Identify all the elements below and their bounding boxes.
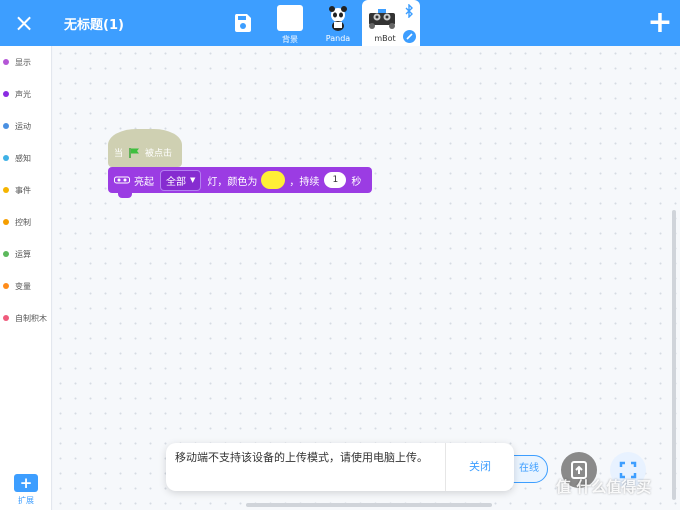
category-label: 感知	[15, 153, 31, 163]
add-sprite-button[interactable]: +	[647, 8, 673, 38]
category-label: 变量	[15, 281, 31, 291]
category-label: 自制积木	[15, 313, 47, 323]
tab-label: 背景	[282, 35, 298, 44]
extension-button[interactable]: + 扩展	[14, 474, 38, 506]
top-bar: × 无标题(1) 背景 Panda mBot +	[0, 0, 680, 46]
category-label: 声光	[15, 89, 31, 99]
save-button[interactable]	[231, 11, 255, 35]
category-sensing[interactable]: 感知	[3, 150, 31, 166]
mbot-icon	[369, 9, 395, 29]
led-color-block[interactable]: 亮起 全部 ▼ 灯，颜色为 ，持续 1 秒	[108, 167, 372, 193]
category-dot	[3, 91, 9, 97]
category-dot	[3, 315, 9, 321]
category-dot	[3, 283, 9, 289]
category-sidebar: 显示 声光 运动 感知 事件 控制 运算 变量 自制积木 + 扩展	[0, 46, 52, 510]
category-display[interactable]: 显示	[3, 54, 31, 70]
mbot-thumbnail	[366, 5, 398, 31]
dropdown-arrow-icon: ▼	[190, 176, 196, 184]
vertical-scrollbar[interactable]	[672, 210, 676, 500]
category-operators[interactable]: 运算	[3, 246, 31, 262]
block-notch	[118, 193, 132, 198]
category-label: 运动	[15, 121, 31, 131]
background-thumbnail	[277, 5, 303, 31]
toast-message: 移动端不支持该设备的上传模式，请使用电脑上传。	[175, 451, 428, 464]
category-label: 控制	[15, 217, 31, 227]
duration-input[interactable]: 1	[324, 172, 347, 188]
category-label: 显示	[15, 57, 31, 67]
tab-mbot[interactable]: mBot	[362, 0, 420, 46]
tab-background[interactable]: 背景	[266, 0, 314, 46]
category-dot	[3, 219, 9, 225]
toast-close-button[interactable]: 关闭	[446, 443, 514, 491]
category-sound-light[interactable]: 声光	[3, 86, 31, 102]
tab-label: mBot	[374, 34, 396, 43]
hat-when-text: 当	[114, 149, 124, 159]
hat-block-content: 当 被点击	[114, 146, 172, 159]
category-events[interactable]: 事件	[3, 182, 31, 198]
seconds-text: 秒	[351, 176, 362, 188]
category-dot	[3, 155, 9, 161]
sprite-tabs: 背景 Panda mBot	[266, 0, 420, 46]
led-position-dropdown[interactable]: 全部 ▼	[160, 169, 202, 191]
duration-text: ，持续	[289, 176, 320, 188]
upload-mode-toast: 移动端不支持该设备的上传模式，请使用电脑上传。 关闭	[166, 443, 514, 491]
category-motion[interactable]: 运动	[3, 118, 31, 134]
category-dot	[3, 251, 9, 257]
light-on-text: 亮起	[134, 176, 154, 188]
category-label: 事件	[15, 185, 31, 195]
category-my-blocks[interactable]: 自制积木	[3, 310, 47, 326]
code-workspace[interactable]	[53, 46, 680, 510]
light-color-text: 灯，颜色为	[207, 176, 258, 188]
extension-label: 扩展	[18, 496, 34, 505]
tab-panda[interactable]: Panda	[314, 0, 362, 46]
panda-icon	[329, 6, 347, 31]
watermark: 值 什么值得买	[556, 478, 652, 496]
category-label: 运算	[15, 249, 31, 259]
tab-label: Panda	[325, 34, 351, 43]
plus-icon: +	[14, 474, 38, 492]
green-flag-icon	[129, 147, 140, 158]
color-picker[interactable]	[261, 171, 286, 189]
mbot-led-icon	[114, 176, 130, 184]
category-dot	[3, 123, 9, 129]
panda-thumbnail	[325, 5, 351, 31]
close-button[interactable]: ×	[10, 9, 38, 37]
hat-clicked-text: 被点击	[145, 149, 173, 159]
category-variables[interactable]: 变量	[3, 278, 31, 294]
dropdown-value: 全部	[166, 176, 186, 188]
bluetooth-icon	[405, 4, 413, 18]
category-control[interactable]: 控制	[3, 214, 31, 230]
save-icon	[234, 14, 251, 32]
horizontal-scrollbar[interactable]	[246, 503, 492, 507]
project-title[interactable]: 无标题(1)	[64, 14, 124, 33]
category-dot	[3, 187, 9, 193]
category-dot	[3, 59, 9, 65]
